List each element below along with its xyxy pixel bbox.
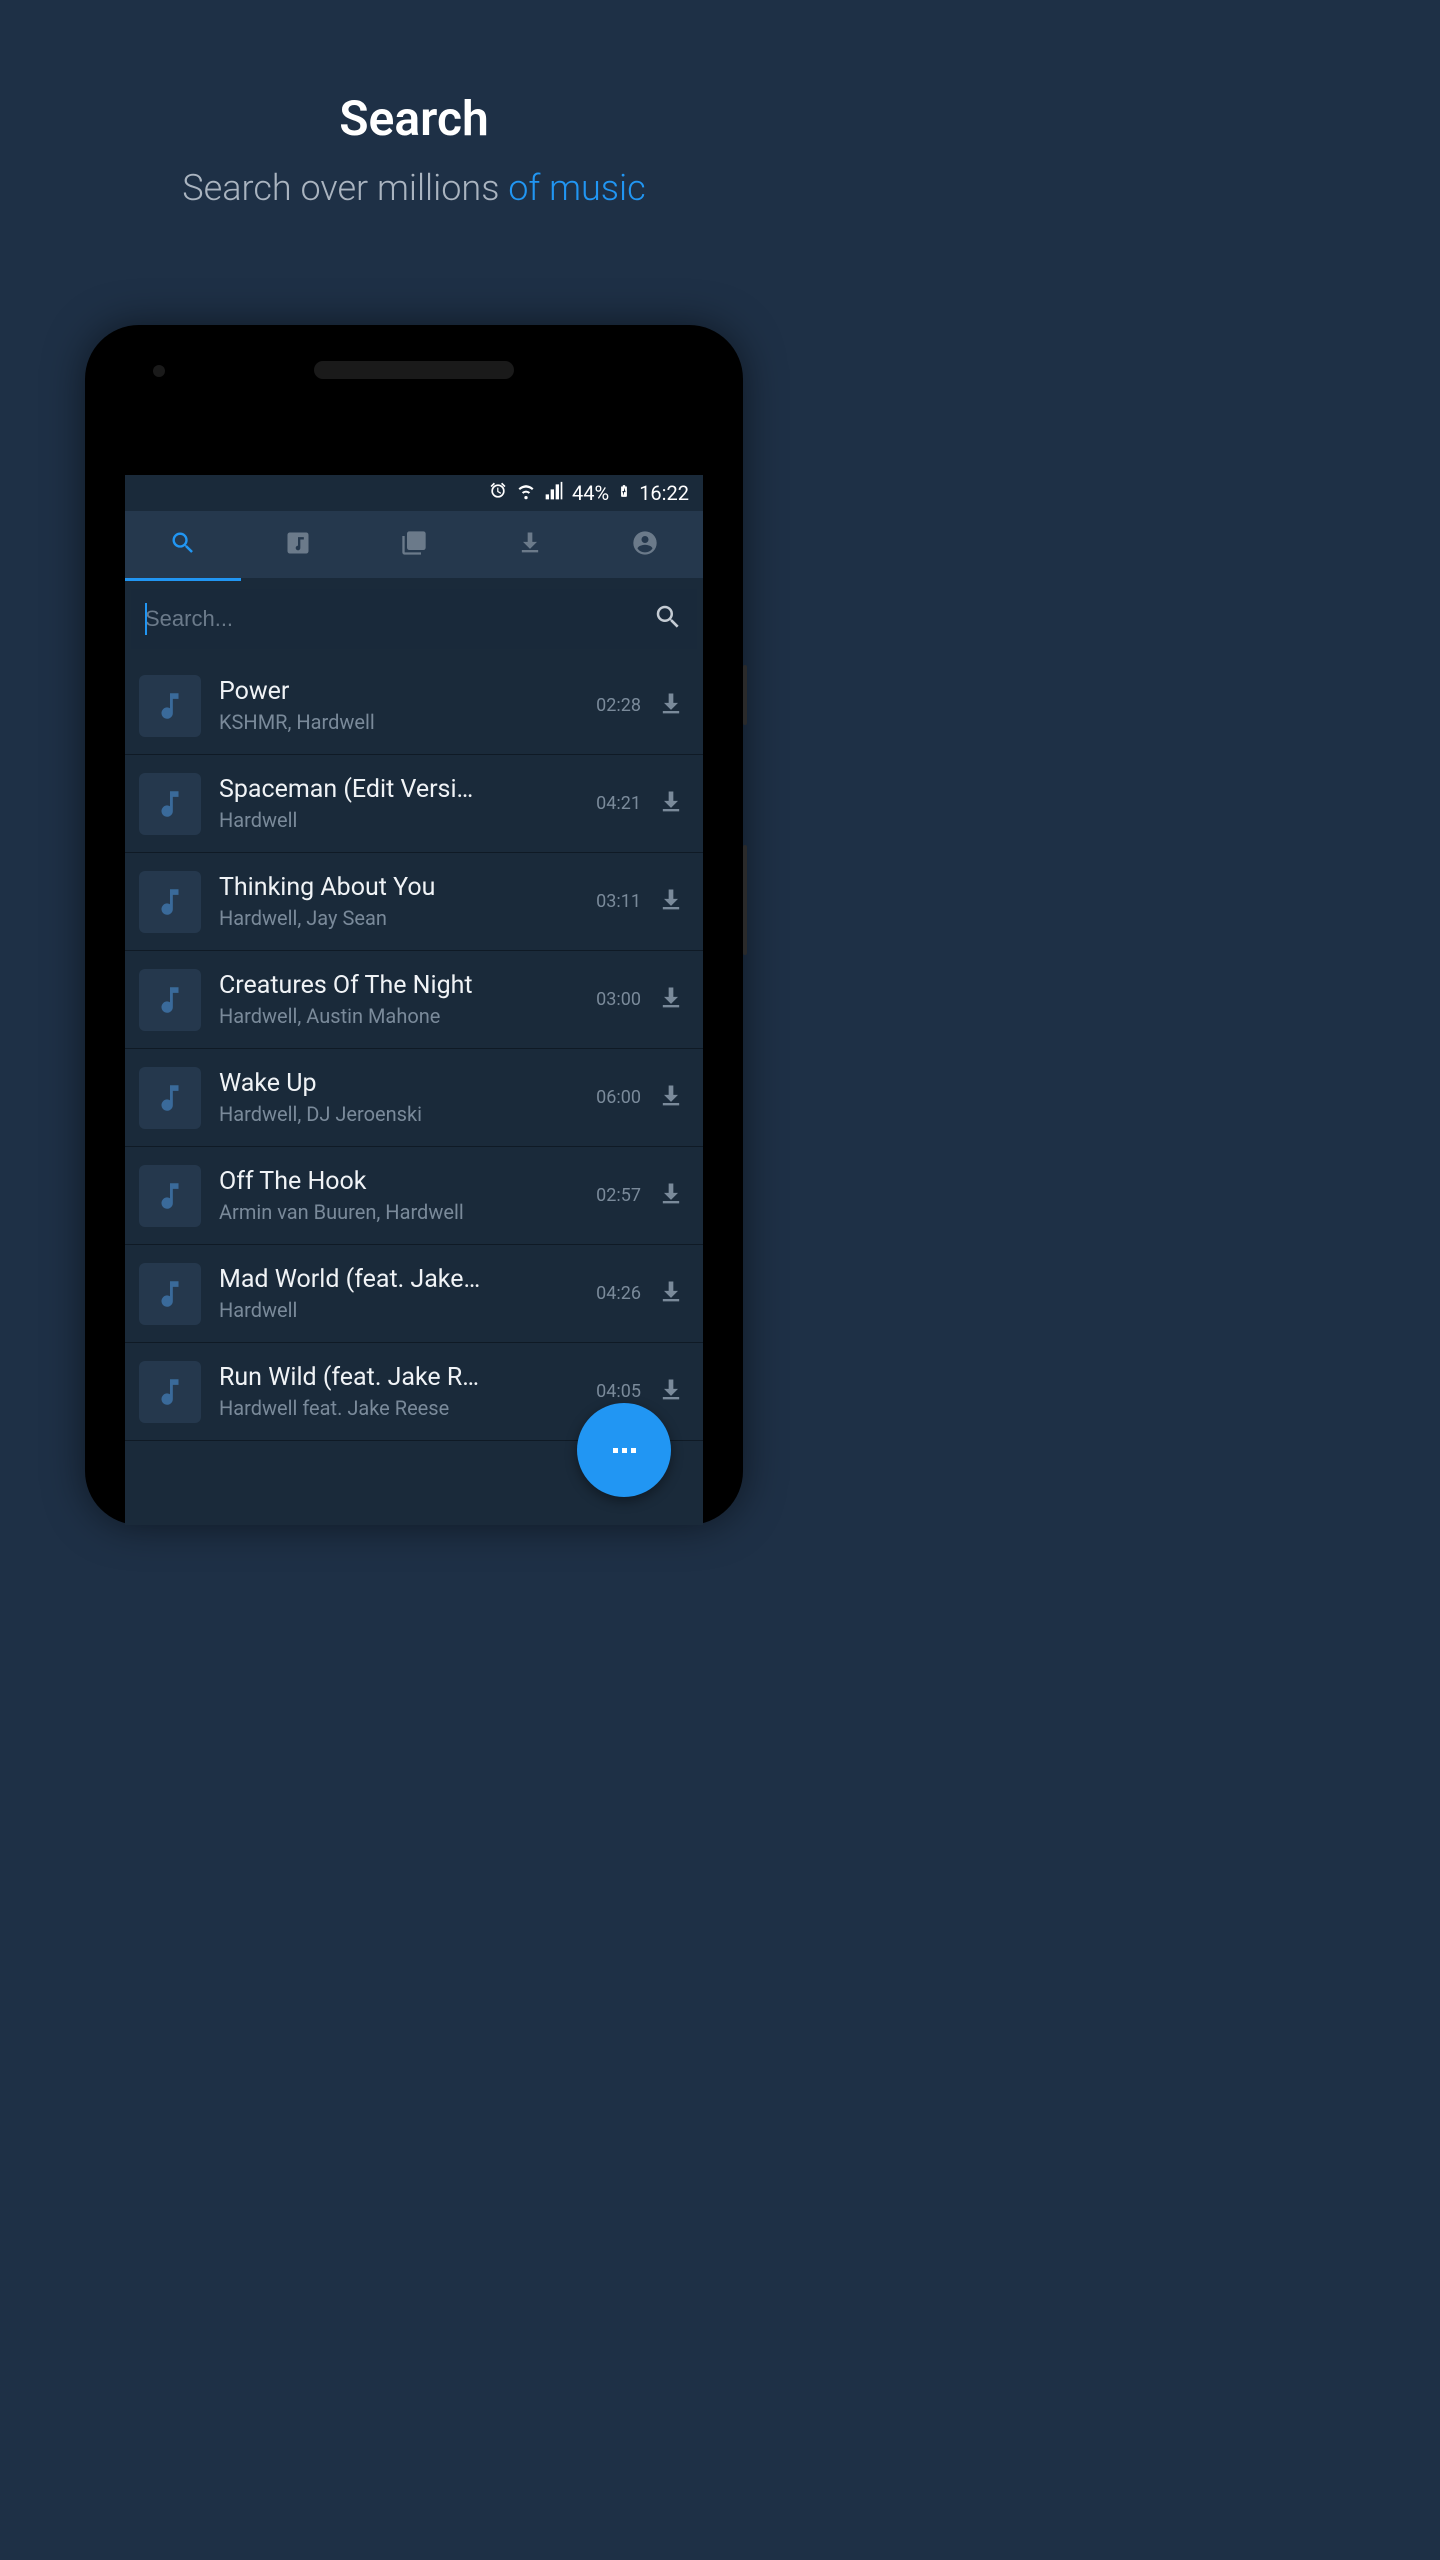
search-submit-icon[interactable] [653,602,683,636]
track-row[interactable]: Spaceman (Edit Versi… Hardwell 04:21 [125,755,703,853]
status-bar: 44% 16:22 [125,475,703,511]
signal-icon [544,481,564,506]
phone-side-button [743,845,747,955]
music-note-icon [139,675,201,737]
track-duration: 04:05 [596,1381,641,1402]
music-note-icon [139,871,201,933]
download-button[interactable] [657,690,685,722]
track-artist: Armin van Buuren, Hardwell [219,1200,580,1224]
nav-indicator [125,578,241,581]
track-duration: 06:00 [596,1087,641,1108]
track-artist: Hardwell, DJ Jeroenski [219,1102,580,1126]
track-row[interactable]: Mad World (feat. Jake… Hardwell 04:26 [125,1245,703,1343]
hero-title: Search [40,90,788,147]
hero-subtitle-main: Search over millions [182,167,508,209]
alarm-icon [488,481,508,506]
track-row[interactable]: Off The Hook Armin van Buuren, Hardwell 02… [125,1147,703,1245]
track-artist: KSHMR, Hardwell [219,710,580,734]
music-note-icon [139,1067,201,1129]
track-artist: Hardwell, Jay Sean [219,906,580,930]
fab-more-button[interactable] [577,1403,671,1497]
track-artist: Hardwell feat. Jake Reese [219,1396,580,1420]
nav-bar [125,511,703,581]
track-title: Spaceman (Edit Versi… [219,775,580,804]
phone-speaker [314,361,514,379]
library-icon [400,529,428,561]
download-button[interactable] [657,984,685,1016]
download-button[interactable] [657,1082,685,1114]
screen: 44% 16:22 [125,475,703,1525]
track-title: Run Wild (feat. Jake R… [219,1363,580,1392]
track-row[interactable]: Creatures Of The Night Hardwell, Austin M… [125,951,703,1049]
track-duration: 03:00 [596,989,641,1010]
track-row[interactable]: Wake Up Hardwell, DJ Jeroenski 06:00 [125,1049,703,1147]
track-title: Off The Hook [219,1167,580,1196]
download-button[interactable] [657,1180,685,1212]
track-duration: 02:57 [596,1185,641,1206]
track-list[interactable]: Power KSHMR, Hardwell 02:28 Spaceman (Edit … [125,657,703,1441]
track-duration: 04:21 [596,793,641,814]
track-meta: Power KSHMR, Hardwell [219,677,580,734]
track-title: Thinking About You [219,873,580,902]
battery-percent: 44% [572,481,609,505]
track-meta: Run Wild (feat. Jake R… Hardwell feat. Ja… [219,1363,580,1420]
music-note-icon [139,1165,201,1227]
track-meta: Wake Up Hardwell, DJ Jeroenski [219,1069,580,1126]
download-button[interactable] [657,1376,685,1408]
nav-search-tab[interactable] [125,529,241,561]
status-time: 16:22 [639,481,689,505]
music-file-icon [284,529,312,561]
hero-subtitle: Search over millions of music [40,167,788,209]
download-button[interactable] [657,1278,685,1310]
track-meta: Off The Hook Armin van Buuren, Hardwell [219,1167,580,1224]
wifi-icon [516,481,536,506]
hero-subtitle-accent: of music [508,167,645,209]
more-icon [613,1448,636,1453]
battery-icon [617,481,631,506]
nav-library-tab[interactable] [356,529,472,561]
phone-frame: 44% 16:22 [85,325,743,1525]
search-icon [169,529,197,561]
profile-icon [631,529,659,561]
track-title: Creatures Of The Night [219,971,580,1000]
phone-side-button [743,665,747,725]
nav-music-tab[interactable] [241,529,357,561]
phone-camera [153,365,165,377]
track-artist: Hardwell, Austin Mahone [219,1004,580,1028]
music-note-icon [139,1263,201,1325]
nav-profile-tab[interactable] [587,529,703,561]
track-meta: Thinking About You Hardwell, Jay Sean [219,873,580,930]
track-row[interactable]: Power KSHMR, Hardwell 02:28 [125,657,703,755]
download-button[interactable] [657,788,685,820]
search-cursor [145,603,147,635]
hero-section: Search Search over millions of music [0,0,828,249]
track-title: Power [219,677,580,706]
track-meta: Spaceman (Edit Versi… Hardwell [219,775,580,832]
track-artist: Hardwell [219,1298,580,1322]
download-button[interactable] [657,886,685,918]
music-note-icon [139,969,201,1031]
track-title: Mad World (feat. Jake… [219,1265,580,1294]
track-meta: Mad World (feat. Jake… Hardwell [219,1265,580,1322]
track-duration: 03:11 [596,891,641,912]
track-title: Wake Up [219,1069,580,1098]
track-row[interactable]: Thinking About You Hardwell, Jay Sean 03:1… [125,853,703,951]
search-input[interactable] [145,606,653,632]
nav-downloads-tab[interactable] [472,529,588,561]
track-duration: 04:26 [596,1283,641,1304]
download-icon [516,529,544,561]
track-meta: Creatures Of The Night Hardwell, Austin M… [219,971,580,1028]
track-duration: 02:28 [596,695,641,716]
track-artist: Hardwell [219,808,580,832]
search-bar[interactable] [131,589,697,649]
music-note-icon [139,773,201,835]
music-note-icon [139,1361,201,1423]
